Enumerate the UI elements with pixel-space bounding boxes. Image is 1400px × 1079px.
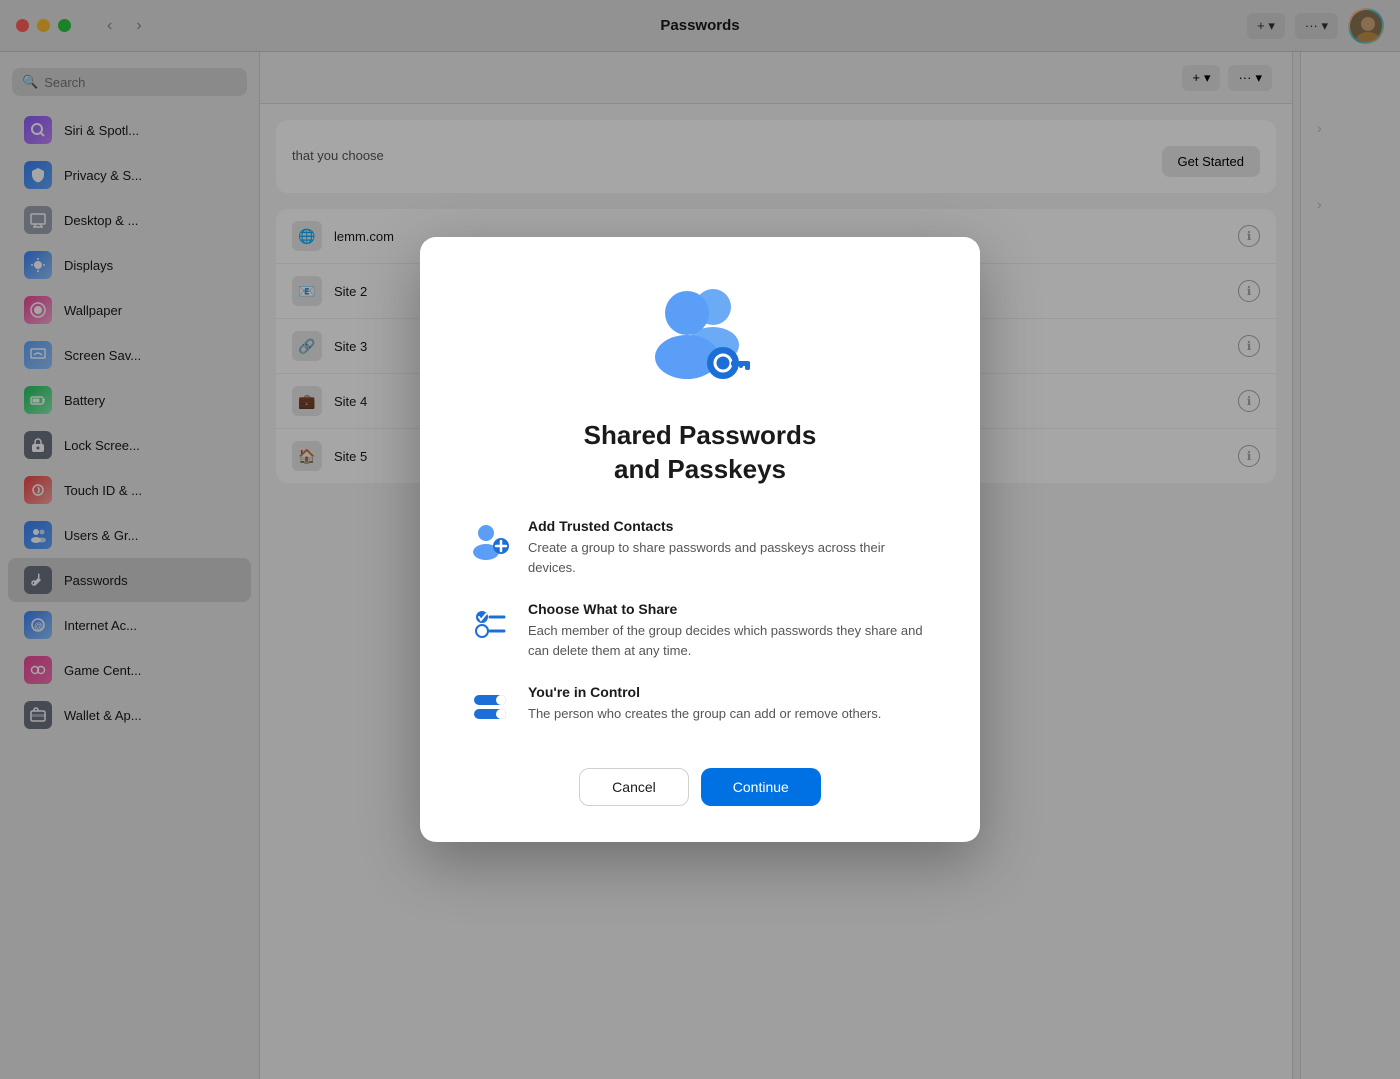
choose-share-icon (468, 601, 512, 645)
feature-desc-in-control: The person who creates the group can add… (528, 704, 932, 724)
main-window: ‹ › Passwords + ▾ ··· ▾ 🔍 (0, 0, 1400, 1079)
feature-title-in-control: You're in Control (528, 684, 932, 700)
modal-dialog: Shared Passwords and Passkeys (420, 237, 980, 843)
feature-item-choose-share: Choose What to Share Each member of the … (468, 601, 932, 660)
feature-item-add-trusted: Add Trusted Contacts Create a group to s… (468, 518, 932, 577)
feature-desc-choose-share: Each member of the group decides which p… (528, 621, 932, 660)
in-control-icon (468, 684, 512, 728)
feature-text-choose-share: Choose What to Share Each member of the … (528, 601, 932, 660)
cancel-button[interactable]: Cancel (579, 768, 689, 806)
modal-icon-area (468, 285, 932, 395)
feature-text-in-control: You're in Control The person who creates… (528, 684, 932, 724)
modal-title: Shared Passwords and Passkeys (468, 419, 932, 487)
feature-list: Add Trusted Contacts Create a group to s… (468, 518, 932, 728)
add-trusted-icon (468, 518, 512, 562)
feature-item-in-control: You're in Control The person who creates… (468, 684, 932, 728)
feature-text-add-trusted: Add Trusted Contacts Create a group to s… (528, 518, 932, 577)
feature-desc-add-trusted: Create a group to share passwords and pa… (528, 538, 932, 577)
continue-button[interactable]: Continue (701, 768, 821, 806)
modal-buttons: Cancel Continue (468, 768, 932, 806)
modal-overlay[interactable]: Shared Passwords and Passkeys (0, 0, 1400, 1079)
feature-title-add-trusted: Add Trusted Contacts (528, 518, 932, 534)
feature-title-choose-share: Choose What to Share (528, 601, 932, 617)
shared-passwords-icon (635, 285, 765, 395)
